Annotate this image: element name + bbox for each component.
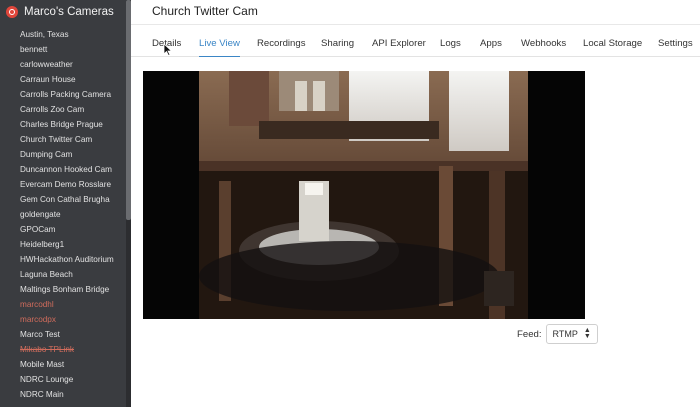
- select-arrows-icon: ▲ ▼: [583, 327, 591, 340]
- feed-select-value: RTMP: [552, 329, 578, 339]
- camera-list-item[interactable]: Carraun House: [0, 72, 131, 87]
- tab-recordings[interactable]: Recordings: [257, 25, 306, 57]
- camera-list-item[interactable]: marcodpx: [0, 312, 131, 327]
- tab-logs[interactable]: Logs: [440, 25, 461, 57]
- tab-local-storage[interactable]: Local Storage: [583, 25, 642, 57]
- camera-tabs: Details Live View Recordings Sharing API…: [131, 24, 700, 57]
- camera-list-item[interactable]: Dumping Cam: [0, 147, 131, 162]
- camera-list-item[interactable]: GPOCam: [0, 222, 131, 237]
- camera-list-item[interactable]: carlowweather: [0, 57, 131, 72]
- camera-list-item[interactable]: Marco Test: [0, 327, 131, 342]
- feed-label: Feed:: [517, 328, 542, 340]
- tab-webhooks[interactable]: Webhooks: [521, 25, 566, 57]
- main-panel: Church Twitter Cam Details Live View Rec…: [131, 0, 700, 407]
- camera-list-item[interactable]: marcodhl: [0, 297, 131, 312]
- tab-live-view[interactable]: Live View: [199, 25, 240, 57]
- camera-list-item[interactable]: NDRC Main: [0, 387, 131, 402]
- live-camera-frame: [199, 71, 528, 319]
- camera-list-item[interactable]: NDRC Lounge: [0, 372, 131, 387]
- camera-list-item[interactable]: Evercam Demo Rosslare: [0, 177, 131, 192]
- camera-list: Austin, Texas bennett carlowweather Carr…: [0, 27, 131, 402]
- camera-list-item[interactable]: Maltings Bonham Bridge: [0, 282, 131, 297]
- camera-list-item[interactable]: bennett: [0, 42, 131, 57]
- camera-list-item[interactable]: Mikabo TPLink: [0, 342, 131, 357]
- camera-list-item[interactable]: Heidelberg1: [0, 237, 131, 252]
- camera-list-item[interactable]: Gem Con Cathal Brugha: [0, 192, 131, 207]
- tab-sharing[interactable]: Sharing: [321, 25, 354, 57]
- camera-list-item[interactable]: Mobile Mast: [0, 357, 131, 372]
- camera-title: Church Twitter Cam: [152, 4, 258, 18]
- camera-list-item[interactable]: Carrolls Zoo Cam: [0, 102, 131, 117]
- live-video-player[interactable]: [143, 71, 585, 319]
- camera-list-item[interactable]: Charles Bridge Prague: [0, 117, 131, 132]
- camera-sidebar: Marco's Cameras Austin, Texas bennett ca…: [0, 0, 131, 407]
- tab-settings[interactable]: Settings: [658, 25, 693, 57]
- camera-list-item[interactable]: HWHackathon Auditorium: [0, 252, 131, 267]
- camera-list-item[interactable]: Austin, Texas: [0, 27, 131, 42]
- mouse-cursor-icon: [164, 44, 172, 56]
- feed-selector-row: Feed: RTMP ▲ ▼: [517, 324, 598, 344]
- camera-list-item[interactable]: Carrolls Packing Camera: [0, 87, 131, 102]
- evercam-logo-icon: [6, 6, 18, 18]
- tab-api-explorer[interactable]: API Explorer: [372, 25, 426, 57]
- camera-list-item[interactable]: goldengate: [0, 207, 131, 222]
- camera-list-item[interactable]: Duncannon Hooked Cam: [0, 162, 131, 177]
- camera-list-item[interactable]: Church Twitter Cam: [0, 132, 131, 147]
- sidebar-title: Marco's Cameras: [24, 6, 114, 18]
- sidebar-header[interactable]: Marco's Cameras: [0, 0, 131, 24]
- feed-select[interactable]: RTMP ▲ ▼: [545, 324, 598, 344]
- tab-apps[interactable]: Apps: [480, 25, 502, 57]
- camera-list-item[interactable]: Laguna Beach: [0, 267, 131, 282]
